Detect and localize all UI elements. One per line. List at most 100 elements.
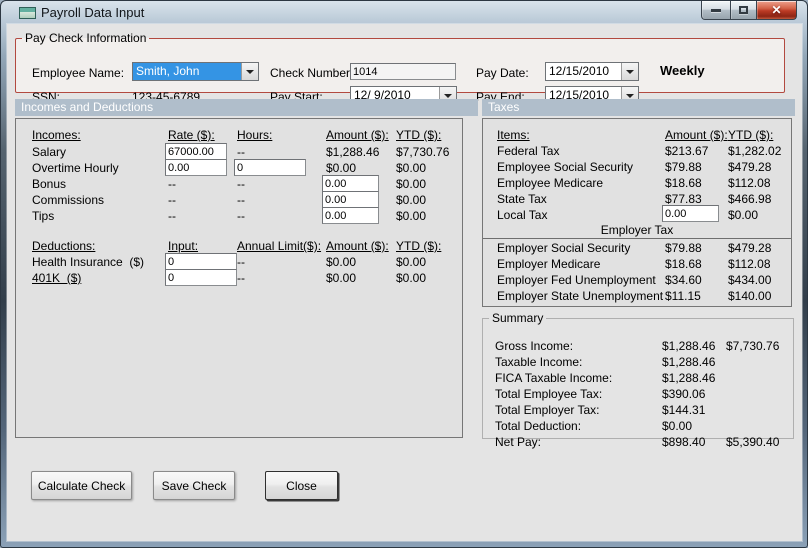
amount-value: $1,288.46 — [662, 355, 716, 369]
ytd-value: $0.00 — [396, 177, 427, 191]
overtime-rate-input[interactable] — [165, 159, 227, 176]
pay-date-value: 12/15/2010 — [549, 64, 610, 78]
pay-date-picker[interactable]: 12/15/2010 — [545, 62, 639, 81]
maximize-icon — [739, 6, 748, 14]
commissions-amount-input[interactable] — [322, 191, 379, 208]
row-label: Gross Income: — [495, 339, 574, 353]
hours-value: -- — [237, 145, 245, 159]
employee-name-select[interactable]: Smith, John — [132, 62, 259, 81]
tax-row-employer-fed-unemployment: Employer Fed Unemployment $34.60 $434.00 — [483, 273, 791, 289]
tax-row-employer-ss: Employer Social Security $79.88 $479.28 — [483, 241, 791, 257]
hours-column-header: Hours: — [237, 128, 273, 142]
row-label: FICA Taxable Income: — [495, 371, 613, 385]
ytd-column-header: YTD ($): — [396, 128, 442, 142]
tax-row-employer-medicare: Employer Medicare $18.68 $112.08 — [483, 257, 791, 273]
incomes-deductions-panel: Incomes: Rate ($): Hours: Amount ($): YT… — [15, 118, 463, 438]
employer-tax-section-header: Employer Tax — [483, 223, 791, 239]
chevron-down-icon — [444, 93, 452, 98]
employee-name-value: Smith, John — [133, 63, 241, 80]
save-check-button[interactable]: Save Check — [153, 471, 235, 500]
rate-column-header: Rate ($): — [168, 128, 215, 142]
maximize-button[interactable] — [730, 1, 757, 20]
chevron-down-icon — [626, 69, 634, 74]
summary-row-deduction: Total Deduction: $0.00 — [483, 419, 793, 435]
rate-value: -- — [168, 209, 176, 223]
pay-date-label: Pay Date: — [476, 66, 529, 80]
amount-value: $34.60 — [665, 273, 702, 287]
income-row-bonus: Bonus -- -- $0.00 — [16, 177, 462, 193]
ytd-value: $140.00 — [728, 289, 772, 303]
salary-rate-input[interactable] — [165, 143, 227, 160]
ytd-value: $0.00 — [396, 271, 427, 285]
overtime-hours-input[interactable] — [234, 159, 306, 176]
summary-row-taxable: Taxable Income: $1,288.46 — [483, 355, 793, 371]
check-number-input[interactable] — [350, 63, 456, 80]
ytd-column-header: YTD ($): — [728, 128, 774, 142]
row-label: Net Pay: — [495, 435, 542, 449]
ytd-value: $0.00 — [396, 193, 427, 207]
income-row-tips: Tips -- -- $0.00 — [16, 209, 462, 225]
employee-name-dropdown-button[interactable] — [241, 63, 258, 80]
employee-name-label: Employee Name: — [32, 66, 125, 80]
payroll-window: Payroll Data Input ✕ Pay Check Informati… — [0, 0, 808, 548]
tips-amount-input[interactable] — [322, 207, 379, 224]
limit-value: -- — [237, 255, 245, 269]
ytd-value: $479.28 — [728, 241, 772, 255]
annual-limit-column-header: Annual Limit($): — [237, 239, 322, 253]
limit-value: -- — [237, 271, 245, 285]
taxes-band: Taxes — [482, 99, 795, 116]
amount-column-header: Amount ($): — [326, 128, 389, 142]
close-icon: ✕ — [771, 3, 782, 17]
minimize-button[interactable] — [701, 1, 731, 20]
ytd-value: $434.00 — [728, 273, 772, 287]
row-label: Local Tax — [497, 208, 548, 222]
ytd-column-header: YTD ($): — [396, 239, 442, 253]
ytd-value: $479.28 — [728, 160, 772, 174]
deduction-row-health-insurance: Health Insurance ($) -- $0.00 $0.00 — [16, 255, 462, 271]
row-label: Health Insurance ($) — [32, 255, 145, 269]
check-number-label: Check Number: — [270, 66, 354, 80]
row-label: Bonus — [32, 177, 67, 191]
ytd-value: $7,730.76 — [396, 145, 450, 159]
ytd-value: $0.00 — [396, 209, 427, 223]
incomes-column-header: Incomes: — [32, 128, 81, 142]
amount-value: $18.68 — [665, 176, 702, 190]
amount-value: $0.00 — [326, 161, 357, 175]
summary-group-title: Summary — [492, 311, 544, 325]
bonus-amount-input[interactable] — [322, 175, 379, 192]
window-controls: ✕ — [701, 1, 797, 20]
summary-row-employer-tax: Total Employer Tax: $144.31 — [483, 403, 793, 419]
close-button[interactable]: ✕ — [756, 1, 797, 20]
deduction-header-row: Deductions: Input: Annual Limit($): Amou… — [16, 239, 462, 255]
401k-input[interactable] — [165, 269, 237, 286]
amount-value: $1,288.46 — [662, 371, 716, 385]
summary-row-net-pay: Net Pay: $898.40 $5,390.40 — [483, 435, 793, 451]
row-label: Total Deduction: — [495, 419, 582, 433]
calculate-check-button[interactable]: Calculate Check — [31, 471, 132, 500]
close-form-button[interactable]: Close — [265, 471, 338, 500]
hours-value: -- — [237, 193, 245, 207]
amount-value: $1,288.46 — [326, 145, 380, 159]
pay-date-dropdown-button[interactable] — [621, 63, 638, 80]
row-label: Employee Social Security — [497, 160, 634, 174]
pay-frequency-label: Weekly — [660, 63, 705, 78]
amount-value: $79.88 — [665, 160, 702, 174]
tax-row-employee-ss: Employee Social Security $79.88 $479.28 — [483, 160, 791, 176]
amount-value: $213.67 — [665, 144, 709, 158]
row-label: Employer Fed Unemployment — [497, 273, 656, 287]
minimize-icon — [711, 8, 721, 12]
health-insurance-input[interactable] — [165, 253, 237, 270]
deductions-column-header: Deductions: — [32, 239, 96, 253]
amount-column-header: Amount ($): — [326, 239, 389, 253]
title-bar[interactable]: Payroll Data Input ✕ — [1, 1, 807, 24]
local-tax-input[interactable] — [662, 205, 719, 222]
row-label: Employer Social Security — [497, 241, 631, 255]
ytd-value: $7,730.76 — [726, 339, 780, 353]
ytd-value: $1,282.02 — [728, 144, 782, 158]
chevron-down-icon — [626, 93, 634, 98]
row-label: Total Employee Tax: — [495, 387, 603, 401]
tax-row-federal: Federal Tax $213.67 $1,282.02 — [483, 144, 791, 160]
rate-value: -- — [168, 193, 176, 207]
income-header-row: Incomes: Rate ($): Hours: Amount ($): YT… — [16, 128, 462, 144]
row-label: Commissions — [32, 193, 105, 207]
